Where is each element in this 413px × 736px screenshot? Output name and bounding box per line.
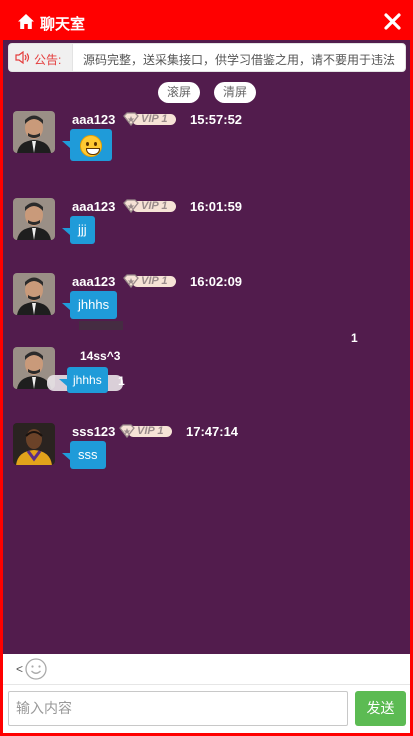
glitch-text: 1 — [118, 374, 125, 388]
timestamp: 16:01:59 — [190, 199, 243, 214]
username: aaa123 — [72, 199, 116, 214]
avatar[interactable] — [13, 273, 55, 315]
home-icon[interactable] — [17, 13, 35, 30]
chat-message: aaa123 VIP 1 15:57:52 — [3, 111, 410, 181]
message-input[interactable]: 输入内容 — [8, 691, 348, 726]
vip-badge: VIP 1 — [122, 274, 176, 288]
close-icon[interactable] — [383, 12, 402, 31]
clear-screen-button[interactable]: 清屏 — [214, 82, 256, 103]
top-bar: 聊天室 — [3, 3, 410, 40]
chat-message: aaa123 VIP 1 16:01:59 jjj — [3, 198, 410, 268]
composer: < 输入内容 发送 — [3, 654, 410, 733]
username: aaa123 — [72, 274, 116, 289]
message-bubble — [62, 129, 112, 161]
message-bubble: jhhhs — [61, 291, 118, 319]
timestamp: 16:02:09 — [190, 274, 243, 289]
speaker-icon — [15, 51, 30, 64]
timestamp: 17:47:14 — [186, 424, 239, 439]
vip-gem-icon — [123, 199, 139, 213]
announcement-head: 公告: — [9, 44, 73, 71]
render-artifact — [79, 321, 123, 330]
avatar[interactable] — [13, 198, 55, 240]
vip-gem-icon — [123, 112, 139, 126]
username: sss123 — [72, 424, 116, 439]
page-title: 聊天室 — [40, 16, 86, 33]
vip-badge: VIP 1 — [122, 199, 176, 213]
message-bubble: jjj — [62, 216, 95, 244]
smile-icon[interactable] — [25, 658, 47, 680]
composer-toolbar: < — [3, 654, 410, 685]
grin-emoji-icon — [80, 134, 102, 157]
announcement-label: 公告: — [34, 53, 62, 67]
vip-gem-icon — [123, 274, 139, 288]
glitch-text: 14ss^3 — [80, 349, 121, 363]
chat-message: sss123 VIP 1 17:47:14 sss — [3, 423, 410, 493]
scroll-toggle-button[interactable]: 滚屏 — [158, 82, 200, 103]
username: aaa123 — [72, 112, 116, 127]
vip-gem-icon — [119, 424, 135, 438]
back-glyph: < — [16, 662, 24, 676]
message-bubble: jhhhs — [59, 367, 108, 393]
announcement-bar: 公告: 源码完整，送采集接口，供学习借鉴之用，请不要用于违法 — [8, 43, 406, 72]
vip-badge: VIP 1 — [122, 112, 176, 126]
chat-window: 聊天室 公告: 源码完整，送采集接口，供学习借鉴之用，请不要用于违法 滚屏 清屏… — [0, 0, 413, 736]
avatar[interactable] — [13, 111, 55, 153]
send-button[interactable]: 发送 — [355, 691, 406, 726]
timestamp: 15:57:52 — [190, 112, 243, 127]
vip-badge: VIP 1 — [118, 424, 172, 438]
glitch-text: 1 — [351, 331, 358, 345]
avatar[interactable] — [13, 423, 55, 465]
chat-message: 14ss^3 jhhhs 1 — [3, 347, 410, 417]
message-bubble: sss — [62, 441, 106, 469]
chat-message: aaa123 VIP 1 16:02:09 jhhhs — [3, 273, 410, 343]
announcement-text: 源码完整，送采集接口，供学习借鉴之用，请不要用于违法 — [83, 53, 396, 67]
